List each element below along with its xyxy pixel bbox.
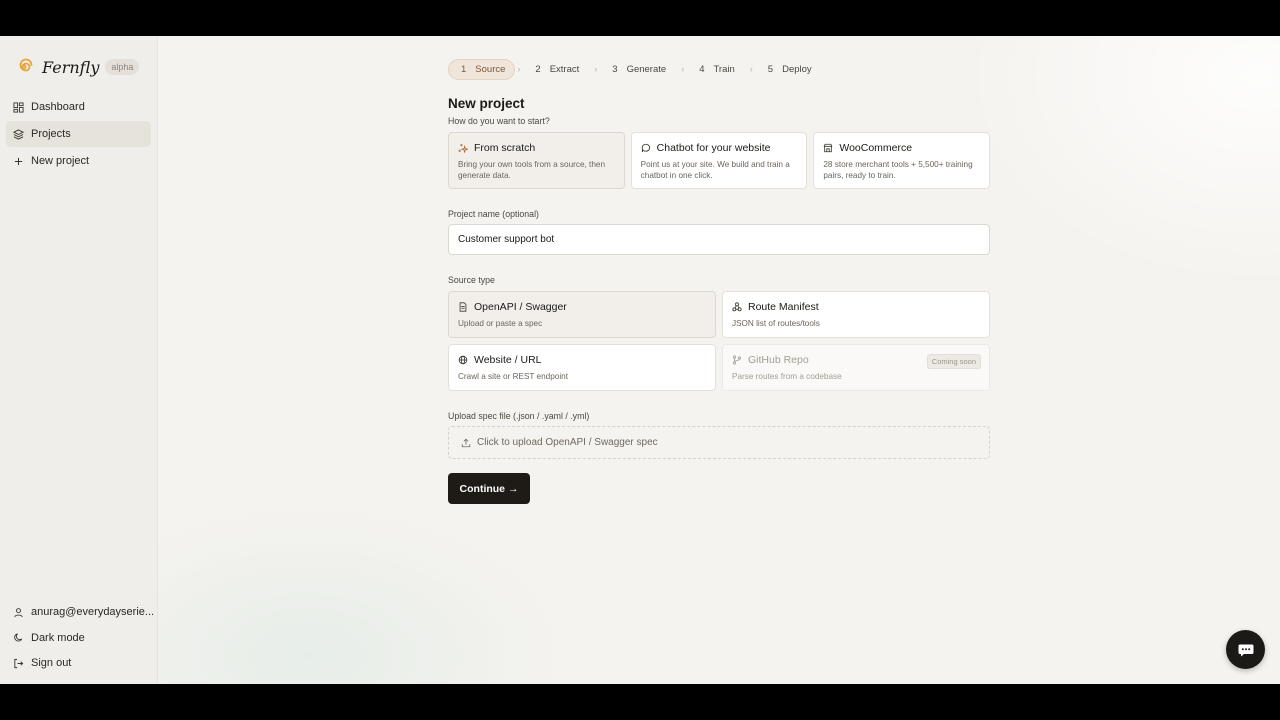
continue-button[interactable]: Continue →: [448, 473, 530, 504]
dark-mode-label: Dark mode: [31, 631, 85, 644]
git-branch-icon: [732, 355, 742, 365]
step-number: 4: [699, 63, 705, 75]
chat-widget-button[interactable]: [1226, 630, 1265, 669]
sidebar-item-new-project[interactable]: New project: [6, 148, 151, 174]
step-train[interactable]: 4 Train: [686, 59, 748, 80]
step-label: Source: [475, 63, 506, 75]
source-openapi[interactable]: OpenAPI / Swagger Upload or paste a spec: [448, 291, 716, 338]
project-name-label: Project name (optional): [448, 209, 990, 219]
step-label: Extract: [549, 63, 580, 75]
step-label: Train: [713, 63, 735, 75]
source-route-manifest[interactable]: Route Manifest JSON list of routes/tools: [722, 291, 990, 338]
step-label: Generate: [626, 63, 667, 75]
new-project-form: 1 Source › 2 Extract › 3 Generate › 4 Tr…: [448, 36, 991, 504]
source-type-options: OpenAPI / Swagger Upload or paste a spec…: [448, 291, 990, 391]
step-extract[interactable]: 2 Extract: [522, 59, 592, 80]
step-generate[interactable]: 3 Generate: [599, 59, 679, 80]
chat-bubble-icon: [1238, 644, 1253, 656]
source-website-url[interactable]: Website / URL Crawl a site or REST endpo…: [448, 344, 716, 391]
sidebar-item-projects[interactable]: Projects: [6, 121, 151, 147]
store-icon: [823, 143, 833, 153]
starter-title: From scratch: [474, 142, 536, 154]
step-label: Deploy: [782, 63, 812, 75]
sidebar-item-label: Projects: [31, 128, 71, 140]
upload-cta: Click to upload OpenAPI / Swagger spec: [477, 437, 658, 448]
optional-hint: (optional): [502, 209, 539, 219]
source-desc: Upload or paste a spec: [458, 319, 543, 328]
file-icon: [459, 302, 467, 312]
starter-desc: Bring your own tools from a source, then…: [458, 160, 605, 180]
sidebar-item-label: Dashboard: [31, 101, 85, 113]
dark-mode-toggle[interactable]: Dark mode: [6, 625, 152, 651]
starter-title: WooCommerce: [839, 142, 913, 154]
account-email: anurag@everydayserie...: [31, 606, 155, 619]
sidebar-nav: Dashboard Projects New project: [0, 94, 157, 174]
network-icon: [732, 302, 742, 312]
starter-desc: Point us at your site. We build and trai…: [640, 160, 790, 180]
source-desc: Parse routes from a codebase: [732, 372, 842, 381]
sign-out-label: Sign out: [31, 657, 72, 670]
brand-name: Fernfly: [42, 57, 100, 77]
step-number: 5: [767, 63, 774, 75]
main-content: 1 Source › 2 Extract › 3 Generate › 4 Tr…: [158, 36, 1280, 684]
moon-icon: [14, 633, 23, 642]
source-title: OpenAPI / Swagger: [474, 301, 567, 313]
starter-from-scratch[interactable]: From scratch Bring your own tools from a…: [448, 132, 625, 189]
upload-label: Upload spec file (.json / .yaml / .yml): [448, 411, 590, 421]
sign-out-button[interactable]: Sign out: [6, 651, 152, 677]
chevron-right-icon: ›: [517, 64, 521, 74]
starter-title: Chatbot for your website: [656, 142, 771, 154]
source-type-label: Source type: [448, 275, 495, 285]
plus-icon: [14, 157, 23, 165]
chevron-right-icon: ›: [594, 64, 598, 74]
upload-dropzone[interactable]: Click to upload OpenAPI / Swagger spec: [448, 426, 990, 459]
globe-icon: [458, 355, 468, 365]
source-desc: JSON list of routes/tools: [732, 319, 820, 328]
layers-icon: [13, 128, 24, 140]
chat-bubble-icon: [641, 143, 650, 153]
app-frame: Fernfly alpha Dashboard Projects New pro…: [0, 36, 1280, 684]
project-name-label-text: Project name: [448, 209, 500, 219]
account-item[interactable]: anurag@everydayserie...: [6, 600, 155, 626]
sidebar-item-label: New project: [31, 155, 90, 167]
source-title: GitHub Repo: [748, 354, 809, 366]
starter-chatbot[interactable]: Chatbot for your website Point us at you…: [630, 132, 808, 189]
chevron-right-icon: ›: [749, 64, 753, 74]
starter-desc: 28 store merchant tools + 5,500+ trainin…: [823, 160, 973, 180]
sparkle-icon: [458, 143, 468, 153]
source-github-repo: GitHub Repo Parse routes from a codebase…: [722, 344, 990, 391]
step-source[interactable]: 1 Source: [448, 58, 516, 80]
alpha-badge: alpha: [105, 59, 140, 75]
coming-soon-badge: Coming soon: [926, 354, 981, 369]
upload-icon: [461, 438, 471, 447]
page-title: New project: [448, 96, 525, 111]
source-title: Route Manifest: [748, 301, 819, 313]
chevron-right-icon: ›: [681, 64, 685, 74]
start-question: How do you want to start?: [448, 116, 550, 126]
step-number: 3: [612, 63, 618, 75]
sidebar: Fernfly alpha Dashboard Projects New pro…: [0, 36, 158, 684]
fernfly-logo-icon: [19, 58, 33, 72]
step-deploy[interactable]: 5 Deploy: [755, 59, 825, 80]
starter-woocommerce[interactable]: WooCommerce 28 store merchant tools + 5,…: [813, 132, 991, 189]
user-icon: [14, 607, 23, 617]
sidebar-footer: anurag@everydayserie... Dark mode Sign o…: [0, 600, 158, 677]
starter-options: From scratch Bring your own tools from a…: [448, 132, 991, 189]
source-desc: Crawl a site or REST endpoint: [458, 372, 568, 381]
step-number: 2: [535, 63, 541, 75]
project-name-input[interactable]: Customer support bot: [448, 224, 990, 255]
dashboard-icon: [13, 101, 24, 113]
brand[interactable]: Fernfly alpha: [0, 36, 157, 84]
stepper: 1 Source › 2 Extract › 3 Generate › 4 Tr…: [448, 58, 990, 80]
logout-icon: [14, 658, 24, 668]
project-name-value: Customer support bot: [458, 234, 555, 245]
source-title: Website / URL: [474, 354, 542, 366]
step-number: 1: [461, 63, 467, 75]
sidebar-item-dashboard[interactable]: Dashboard: [6, 94, 151, 120]
